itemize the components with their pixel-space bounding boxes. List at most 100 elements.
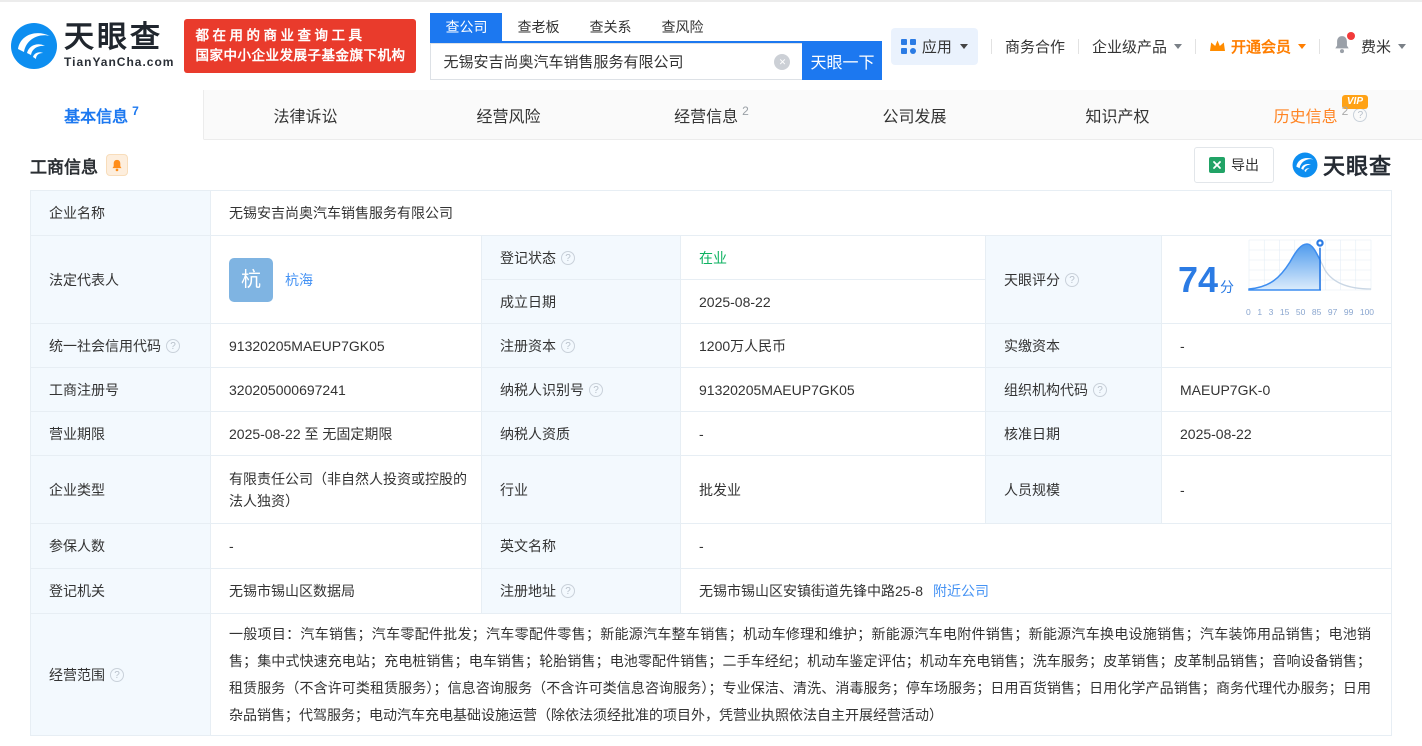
help-icon[interactable] [561,339,575,353]
insured-count-value: - [211,524,482,569]
tab-intellectual-property[interactable]: 知识产权 [1016,90,1219,139]
field-label: 实缴资本 [986,324,1162,368]
search-tab-company[interactable]: 查公司 [430,13,502,41]
field-label: 登记状态 [482,236,681,280]
industry-value: 批发业 [681,456,986,524]
tab-operating-risk[interactable]: 经营风险 [407,90,610,139]
watermark-logo-text: 天眼查 [1323,149,1392,181]
tab-operating-info[interactable]: 经营信息 2 [610,90,813,139]
tab-label: 经营风险 [476,103,540,127]
help-icon[interactable] [166,339,180,353]
divider [991,39,992,54]
search-tab-risk[interactable]: 查风险 [646,13,718,41]
field-label: 参保人数 [31,524,211,569]
field-label: 注册地址 [482,569,681,614]
field-label: 英文名称 [482,524,681,569]
score-value: 74 [1178,259,1218,300]
help-icon[interactable] [110,668,124,682]
apps-menu[interactable]: 应用 [891,28,978,65]
tianyancha-logo[interactable]: 天眼查 TianYanCha.com [10,22,174,70]
tab-company-development[interactable]: 公司发展 [813,90,1016,139]
search-input[interactable] [430,43,802,80]
help-icon[interactable] [561,584,575,598]
notifications-bell[interactable] [1333,35,1351,58]
divider [1319,39,1320,54]
field-label: 成立日期 [482,280,681,324]
credit-code-value: 91320205MAEUP7GK05 [211,324,482,368]
logo-subtitle: TianYanCha.com [64,55,174,69]
business-scope-value: 一般项目：汽车销售；汽车零配件批发；汽车零配件零售；新能源汽车整车销售；机动车修… [211,614,1391,735]
chevron-down-icon [1298,44,1306,49]
score-axis: 01 315 5085 9799 100 [1246,301,1374,323]
field-label: 核准日期 [986,412,1162,456]
establish-date-value: 2025-08-22 [681,280,986,324]
slogan-line1: 都在用的商业查询工具 [195,26,405,46]
apps-label: 应用 [922,36,952,57]
monitor-bell-button[interactable] [106,154,128,176]
username-label: 费米 [1361,36,1391,57]
tab-label: 知识产权 [1085,103,1149,127]
field-label: 工商注册号 [31,368,211,412]
tab-basic-info[interactable]: 基本信息 7 [0,90,204,140]
search-tab-relation[interactable]: 查关系 [574,13,646,41]
tianyancha-logo-icon [1292,152,1318,178]
chevron-down-icon [1398,44,1406,49]
field-label: 纳税人资质 [482,412,681,456]
field-label: 营业期限 [31,412,211,456]
search-tab-boss[interactable]: 查老板 [502,13,574,41]
search-button[interactable]: 天眼一下 [802,43,882,80]
section-title: 工商信息 [30,153,98,178]
cooperation-label: 商务合作 [1005,36,1065,57]
avatar[interactable]: 杭 [229,258,273,302]
org-code-value: MAEUP7GK-0 [1162,368,1391,412]
paid-capital-value: - [1162,324,1391,368]
tab-label: 基本信息 [64,103,128,127]
search-box: 查公司 查老板 查关系 查风险 天眼一下 [430,13,882,80]
logo-title: 天眼查 [64,23,174,53]
tab-history-info[interactable]: VIP 历史信息 2 [1219,90,1422,139]
field-label: 统一社会信用代码 [31,324,211,368]
taxpayer-id-value: 91320205MAEUP7GK05 [681,368,986,412]
enterprise-products-menu[interactable]: 企业级产品 [1092,36,1182,57]
tab-label: 经营信息 [674,103,738,127]
help-icon[interactable] [561,251,575,265]
slogan-line2: 国家中小企业发展子基金旗下机构 [195,46,405,66]
english-name-value: - [681,524,1391,569]
field-label: 注册资本 [482,324,681,368]
field-label: 纳税人识别号 [482,368,681,412]
divider [1195,39,1196,54]
user-menu[interactable]: 费米 [1361,36,1406,57]
business-info-section-bar: 工商信息 导出 天眼查 [0,140,1422,190]
top-header: 天眼查 TianYanCha.com 都在用的商业查询工具 国家中小企业发展子基… [0,2,1422,90]
tab-count: 2 [742,104,749,118]
field-label: 组织机构代码 [986,368,1162,412]
tab-legal-proceedings[interactable]: 法律诉讼 [204,90,407,139]
field-label: 法定代表人 [31,236,211,324]
apps-grid-icon [901,39,916,54]
legal-rep-link[interactable]: 杭海 [285,269,313,291]
tab-label: 公司发展 [882,103,946,127]
business-term-value: 2025-08-22 至 无固定期限 [211,412,482,456]
company-name-value: 无锡安吉尚奥汽车销售服务有限公司 [211,191,1391,236]
tab-count: 2 [1342,104,1349,118]
export-button[interactable]: 导出 [1194,147,1274,183]
clear-search-icon[interactable] [774,54,790,70]
score-unit: 分 [1220,279,1234,295]
staff-size-value: - [1162,456,1391,524]
help-icon[interactable] [1093,383,1107,397]
business-cooperation-link[interactable]: 商务合作 [1005,36,1065,57]
company-type-value: 有限责任公司（非自然人投资或控股的法人独资） [211,456,482,524]
divider [1078,39,1079,54]
open-vip-menu[interactable]: 开通会员 [1209,36,1306,57]
reg-authority-value: 无锡市锡山区数据局 [211,569,482,614]
tab-label: 历史信息 [1274,103,1338,127]
field-label: 行业 [482,456,681,524]
reg-status-value: 在业 [681,236,986,280]
bell-icon [111,159,123,172]
field-label: 经营范围 [31,614,211,735]
help-icon[interactable] [1065,273,1079,287]
help-icon[interactable] [1353,108,1367,122]
nearby-companies-link[interactable]: 附近公司 [933,580,989,602]
taxpayer-quality-value: - [681,412,986,456]
help-icon[interactable] [589,383,603,397]
